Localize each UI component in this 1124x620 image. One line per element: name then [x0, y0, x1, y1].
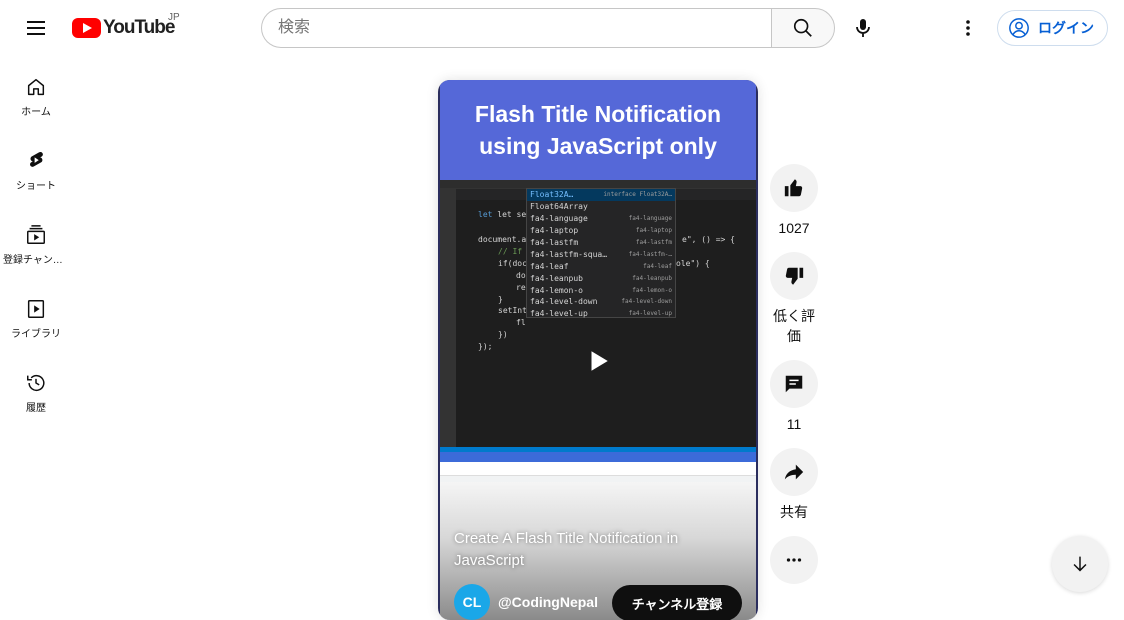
thumbnail-title-banner: Flash Title Notification using JavaScrip… — [440, 80, 756, 180]
library-icon — [27, 300, 45, 318]
code-line: if(doc — [498, 259, 527, 268]
microphone-icon — [856, 19, 870, 37]
code-line: do — [516, 271, 526, 280]
autocomplete-item: Float64Array — [530, 202, 588, 212]
settings-more-button[interactable] — [948, 8, 988, 48]
share-action: 共有 — [770, 448, 818, 522]
comments-button[interactable] — [770, 360, 818, 408]
mini-guide-sidebar: ホーム ショート 登録チャンネル ライブラリ 履歴 — [0, 56, 72, 426]
login-button[interactable]: ログイン — [997, 10, 1108, 46]
thumbs-up-icon — [784, 179, 803, 197]
autocomplete-item: fa4-laptop fa4-laptop — [530, 226, 672, 236]
code-line: }) — [498, 330, 508, 339]
code-line: re — [516, 283, 526, 292]
youtube-logo[interactable]: YouTube JP — [72, 12, 180, 44]
video-title[interactable]: Create A Flash Title Notification in Jav… — [454, 528, 734, 572]
youtube-play-icon — [72, 18, 101, 38]
sidebar-item-label: ライブラリ — [11, 329, 61, 340]
thumbnail-title-line: Flash Title Notification — [474, 101, 722, 127]
autocomplete-item: fa4-lastfm fa4-lastfm — [530, 238, 672, 247]
dislike-button[interactable] — [770, 252, 818, 300]
autocomplete-item: fa4-lemon-o fa4-lemon-o — [530, 285, 672, 295]
sidebar-item-home[interactable]: ホーム — [0, 56, 72, 130]
thumbs-down-icon — [785, 267, 804, 285]
autocomplete-item: fa4-lastfm-squa… fa4-lastfm-… — [530, 249, 672, 259]
sidebar-item-history[interactable]: 履歴 — [0, 352, 72, 426]
like-count: 1027 — [778, 220, 810, 236]
masthead: YouTube JP ログイン — [0, 0, 1124, 56]
editor-activity-bar — [440, 189, 456, 452]
play-icon — [591, 351, 608, 371]
autocomplete-item: fa4-level-down fa4-level-down — [530, 297, 672, 307]
thumbnail-title-line: using JavaScript only — [479, 133, 717, 159]
autocomplete-popup: Float32A… interface Float32A… Float64Arra… — [526, 188, 676, 318]
autocomplete-item: fa4-language fa4-language — [530, 214, 672, 224]
more-options-button[interactable] — [770, 536, 818, 584]
share-button[interactable] — [770, 448, 818, 496]
sidebar-item-label: ショート — [16, 181, 56, 192]
hamburger-menu-icon — [27, 21, 45, 35]
autocomplete-item: fa4-level-up fa4-level-up — [530, 309, 672, 319]
share-arrow-icon — [784, 464, 804, 480]
voice-search-button[interactable] — [843, 8, 883, 48]
channel-avatar[interactable]: CL — [454, 584, 490, 620]
search-button[interactable] — [771, 8, 835, 48]
comment-icon — [785, 375, 803, 393]
shorts-player[interactable]: Flash Title Notification using JavaScrip… — [438, 80, 758, 620]
autocomplete-item: fa4-leanpub fa4-leanpub — [530, 273, 672, 283]
search-icon — [793, 18, 812, 37]
code-line: fl — [516, 318, 526, 327]
code-line: ole") { — [676, 259, 710, 268]
shorts-action-bar: 1027 低く評価 11 共有 — [770, 164, 818, 598]
code-line: e", () => { — [682, 235, 735, 244]
vertical-dots-icon — [966, 20, 970, 36]
login-label: ログイン — [1038, 20, 1094, 36]
history-icon — [27, 375, 45, 392]
code-line: }); — [478, 342, 493, 351]
autocomplete-item: Float32A… interface Float32A… — [527, 189, 675, 201]
play-button[interactable] — [585, 348, 611, 379]
shorts-icon — [30, 151, 43, 167]
comment-action: 11 — [770, 360, 818, 434]
arrow-down-icon — [1073, 556, 1087, 572]
like-action: 1027 — [770, 164, 818, 238]
code-line: // If — [498, 247, 523, 256]
autocomplete-item: fa4-leaf fa4-leaf — [530, 261, 672, 271]
channel-name[interactable]: @CodingNepal — [498, 594, 598, 610]
sidebar-item-library[interactable]: ライブラリ — [0, 278, 72, 352]
logo-wordmark: YouTube — [103, 17, 175, 38]
more-action — [770, 536, 818, 584]
sidebar-item-shorts[interactable]: ショート — [0, 130, 72, 204]
comment-count: 11 — [786, 416, 802, 432]
horizontal-dots-icon — [786, 558, 802, 562]
code-line: } — [498, 295, 503, 304]
logo-region-code: JP — [168, 12, 180, 23]
guide-menu-button[interactable] — [16, 8, 56, 48]
next-video-button[interactable] — [1052, 536, 1108, 592]
code-editor-frame: let let setInt document.a e", () => { //… — [440, 180, 756, 452]
code-line: setInt — [498, 306, 527, 315]
dislike-action: 低く評価 — [770, 252, 818, 346]
dislike-label: 低く評価 — [773, 308, 815, 344]
subscribe-button[interactable]: チャンネル登録 — [612, 585, 742, 620]
sidebar-item-label: ホーム — [21, 107, 51, 118]
sidebar-item-label: 履歴 — [26, 403, 46, 414]
sidebar-item-label: 登録チャンネル — [3, 255, 69, 266]
search-input[interactable] — [261, 8, 772, 48]
sidebar-item-subscriptions[interactable]: 登録チャンネル — [0, 204, 72, 278]
subscriptions-icon — [27, 225, 45, 244]
account-circle-icon — [1009, 18, 1029, 38]
home-icon — [27, 78, 45, 96]
like-button[interactable] — [770, 164, 818, 212]
code-line: document.a — [478, 235, 527, 244]
share-label: 共有 — [780, 504, 808, 520]
